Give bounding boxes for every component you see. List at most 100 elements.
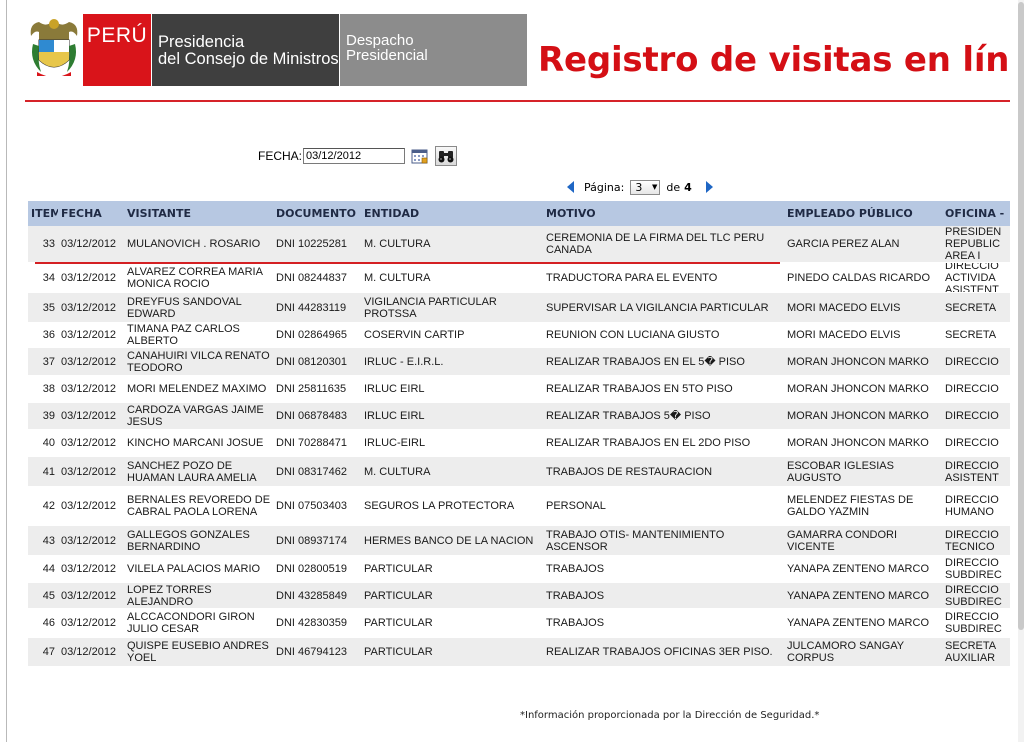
binoculars-icon bbox=[438, 151, 454, 163]
cell-oficina: PRESIDEN REPUBLIC AREA I bbox=[945, 226, 1002, 262]
cell-fecha: 03/12/2012 bbox=[61, 563, 117, 575]
col-header-entidad: ENTIDAD bbox=[364, 207, 420, 220]
cell-oficina: DIRECCIO HUMANO bbox=[945, 494, 999, 518]
table-row: 45 03/12/2012 LOPEZ TORRES ALEJANDRO DNI 43… bbox=[28, 583, 1010, 609]
cell-motivo: REALIZAR TRABAJOS EN 5TO PISO bbox=[546, 383, 733, 395]
table-body: 33 03/12/2012 MULANOVICH . ROSARIO DNI 1022… bbox=[28, 226, 1010, 667]
cell-empleado: MELENDEZ FIESTAS DE GALDO YAZMIN bbox=[787, 494, 914, 518]
cell-empleado: GAMARRA CONDORI VICENTE bbox=[787, 528, 898, 553]
cell-fecha: 03/12/2012 bbox=[61, 500, 117, 512]
scrollbar-thumb[interactable] bbox=[1018, 2, 1024, 630]
pcm-logo-box: Presidencia del Consejo de Ministros bbox=[152, 14, 339, 86]
cell-visitante: MULANOVICH . ROSARIO bbox=[127, 238, 261, 250]
peru-logo-box: PERÚ bbox=[83, 14, 151, 86]
next-page-icon[interactable] bbox=[705, 181, 713, 193]
vertical-scrollbar[interactable] bbox=[1018, 0, 1024, 742]
peru-coat-of-arms-icon bbox=[30, 19, 78, 80]
cell-documento: DNI 70288471 bbox=[276, 437, 347, 449]
dp-line-1: Despacho bbox=[346, 32, 414, 49]
cell-oficina: DIRECCIO ASISTENT bbox=[945, 459, 999, 484]
cell-documento: DNI 02864965 bbox=[276, 329, 347, 341]
cell-visitante: MORI MELENDEZ MAXIMO bbox=[127, 383, 267, 395]
cell-entidad: M. CULTURA bbox=[364, 465, 431, 478]
peru-label: PERÚ bbox=[86, 24, 148, 47]
cell-fecha: 03/12/2012 bbox=[61, 410, 117, 422]
cell-visitante: ALVAREZ CORREA MARIA MONICA ROCIO bbox=[127, 265, 263, 290]
cell-documento: DNI 44283119 bbox=[276, 301, 347, 314]
cell-oficina: DIRECCIO TECNICO bbox=[945, 528, 999, 553]
cell-motivo: REALIZAR TRABAJOS EN EL 5� PISO bbox=[546, 355, 745, 368]
cell-fecha: 03/12/2012 bbox=[61, 355, 117, 368]
cell-item: 46 bbox=[42, 617, 55, 629]
date-filter: FECHA: bbox=[258, 146, 458, 166]
cell-visitante: KINCHO MARCANI JOSUE bbox=[127, 437, 264, 449]
row-highlight-underline bbox=[35, 262, 780, 264]
table-row: 36 03/12/2012 TIMANA PAZ CARLOS ALBERTO DNI… bbox=[28, 323, 1010, 348]
cell-fecha: 03/12/2012 bbox=[61, 534, 117, 547]
cell-empleado: MORAN JHONCON MARKO bbox=[787, 437, 929, 449]
col-header-oficina: OFICINA - bbox=[945, 207, 1005, 220]
cell-entidad: PARTICULAR bbox=[364, 646, 433, 658]
cell-motivo: TRADUCTORA PARA EL EVENTO bbox=[546, 271, 718, 284]
table-row: 33 03/12/2012 MULANOVICH . ROSARIO DNI 1022… bbox=[28, 226, 1010, 263]
chevron-down-icon: ▼ bbox=[651, 183, 658, 191]
cell-empleado: YANAPA ZENTENO MARCO bbox=[787, 617, 930, 629]
cell-entidad: IRLUC EIRL bbox=[364, 383, 425, 395]
cell-documento: DNI 08244837 bbox=[276, 271, 347, 284]
footnote: *Información proporcionada por la Direcc… bbox=[520, 710, 820, 721]
despacho-logo-box: Despacho Presidencial bbox=[340, 14, 527, 86]
cell-motivo: CEREMONIA DE LA FIRMA DEL TLC PERU CANAD… bbox=[546, 232, 765, 256]
cell-visitante: TIMANA PAZ CARLOS ALBERTO bbox=[127, 323, 240, 347]
cell-item: 39 bbox=[42, 410, 55, 422]
col-header-item: ITEM bbox=[31, 207, 58, 220]
cell-visitante: GALLEGOS GONZALES BERNARDINO bbox=[127, 528, 250, 553]
pcm-line-1: Presidencia bbox=[158, 33, 245, 51]
header-divider bbox=[25, 100, 1010, 102]
cell-item: 40 bbox=[42, 437, 55, 449]
pcm-line-2: del Consejo de Ministros bbox=[158, 50, 339, 68]
cell-fecha: 03/12/2012 bbox=[61, 617, 117, 629]
col-header-fecha: FECHA bbox=[61, 207, 102, 220]
cell-entidad: M. CULTURA bbox=[364, 238, 431, 250]
cell-entidad: COSERVIN CARTIP bbox=[364, 329, 465, 341]
calendar-icon[interactable] bbox=[411, 147, 429, 165]
cell-motivo: REALIZAR TRABAJOS OFICINAS 3ER PISO. bbox=[546, 646, 773, 658]
table-row: 46 03/12/2012 ALCCACONDORI GIRON JULIO CES… bbox=[28, 609, 1010, 638]
cell-entidad: IRLUC - E.I.R.L. bbox=[364, 355, 444, 368]
fecha-input[interactable] bbox=[303, 148, 406, 164]
cell-documento: DNI 06878483 bbox=[276, 410, 347, 422]
table-row: 43 03/12/2012 GALLEGOS GONZALES BERNARDINO… bbox=[28, 526, 1010, 556]
page-select[interactable]: 3 ▼ bbox=[630, 179, 661, 195]
col-header-empleado: EMPLEADO PÚBLICO bbox=[787, 207, 913, 220]
cell-visitante: SANCHEZ POZO DE HUAMAN LAURA AMELIA bbox=[127, 459, 257, 484]
table-row: 44 03/12/2012 VILELA PALACIOS MARIO DNI 028… bbox=[28, 556, 1010, 583]
cell-visitante: ALCCACONDORI GIRON JULIO CESAR bbox=[127, 611, 255, 635]
col-header-documento: DOCUMENTO bbox=[276, 207, 357, 220]
cell-documento: DNI 02800519 bbox=[276, 563, 347, 575]
cell-visitante: LOPEZ TORRES ALEJANDRO bbox=[127, 583, 212, 608]
search-button[interactable] bbox=[435, 146, 458, 166]
cell-motivo: TRABAJOS bbox=[546, 617, 605, 629]
dp-line-2: Presidencial bbox=[346, 47, 428, 64]
cell-item: 38 bbox=[42, 383, 55, 395]
cell-visitante: CANAHUIRI VILCA RENATO TEODORO bbox=[127, 349, 270, 374]
cell-fecha: 03/12/2012 bbox=[61, 238, 117, 250]
table-row: 40 03/12/2012 KINCHO MARCANI JOSUE DNI 7028… bbox=[28, 430, 1010, 457]
cell-fecha: 03/12/2012 bbox=[61, 329, 117, 341]
cell-item: 41 bbox=[42, 465, 55, 478]
cell-item: 36 bbox=[42, 329, 55, 341]
cell-motivo: PERSONAL bbox=[546, 500, 606, 512]
cell-empleado: YANAPA ZENTENO MARCO bbox=[787, 563, 930, 575]
table-row: 42 03/12/2012 BERNALES REVOREDO DE CABRAL … bbox=[28, 487, 1010, 526]
pagination: Página: 3 ▼ de 4 bbox=[567, 178, 713, 196]
cell-oficina: DIRECCIO bbox=[945, 410, 999, 422]
cell-entidad: PARTICULAR bbox=[364, 589, 433, 602]
cell-item: 45 bbox=[42, 589, 55, 602]
cell-fecha: 03/12/2012 bbox=[61, 589, 117, 602]
prev-page-icon[interactable] bbox=[567, 181, 574, 193]
cell-oficina: DIRECCIO ACTIVIDA ASISTENT bbox=[945, 263, 999, 293]
cell-oficina: DIRECCIO bbox=[945, 383, 999, 395]
cell-oficina: SECRETA bbox=[945, 329, 997, 341]
cell-documento: DNI 08937174 bbox=[276, 534, 347, 547]
cell-motivo: REALIZAR TRABAJOS 5� PISO bbox=[546, 410, 711, 422]
